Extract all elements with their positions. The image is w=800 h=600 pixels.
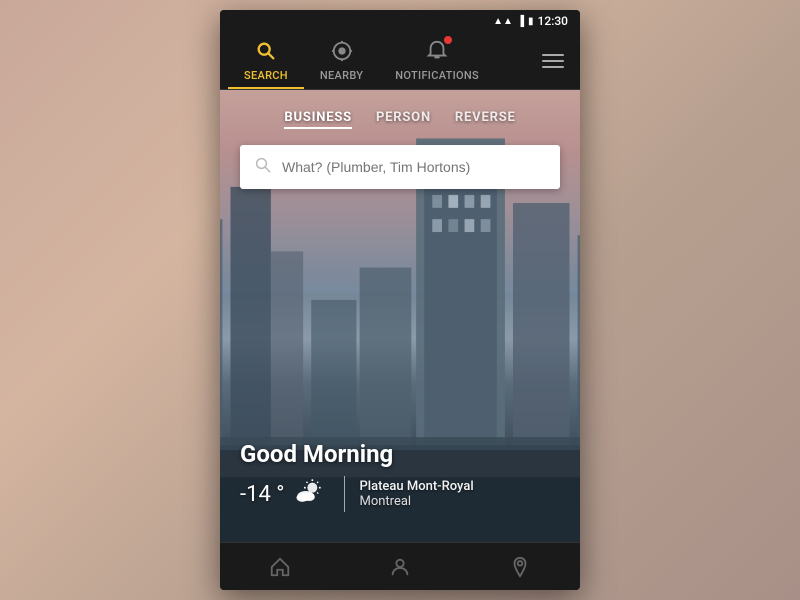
nearby-tab-label: Nearby	[320, 69, 363, 82]
notifications-tab-label: Notifications	[395, 69, 479, 82]
weather-location: Plateau Mont-Royal Montreal	[359, 479, 473, 509]
bottom-nav-location[interactable]	[497, 550, 543, 584]
weather-row: -14 °	[240, 476, 560, 512]
wifi-icon: ▲▲	[493, 16, 513, 27]
search-box[interactable]	[240, 145, 560, 189]
hamburger-icon	[542, 54, 564, 68]
bottom-nav-home[interactable]	[257, 550, 303, 584]
signal-icon: ▐	[517, 16, 524, 27]
weather-icon	[294, 479, 324, 509]
top-nav: Search Nearby	[220, 32, 580, 90]
phone-frame: ▲▲ ▐ ▮ 12:30 Search	[220, 10, 580, 590]
nearby-tab-icon	[331, 40, 353, 67]
greeting-text: Good Morning	[240, 440, 560, 468]
tab-nearby[interactable]: Nearby	[304, 32, 379, 89]
bottom-nav-profile[interactable]	[377, 550, 423, 584]
search-categories: BUSINESS PERSON REVERSE	[220, 110, 580, 129]
tab-search[interactable]: Search	[228, 32, 304, 89]
weather-divider	[344, 476, 345, 512]
category-person[interactable]: PERSON	[376, 110, 431, 129]
notifications-tab-icon	[426, 40, 448, 67]
search-tab-label: Search	[244, 69, 288, 82]
category-business[interactable]: BUSINESS	[284, 110, 352, 129]
greeting-section: Good Morning -14 °	[240, 440, 560, 512]
category-reverse[interactable]: REVERSE	[455, 110, 516, 129]
location-city: Montreal	[359, 494, 473, 509]
status-time: 12:30	[538, 14, 568, 28]
battery-icon: ▮	[528, 16, 534, 27]
location-neighborhood: Plateau Mont-Royal	[359, 479, 473, 494]
tab-notifications[interactable]: Notifications	[379, 32, 495, 89]
weather-temperature: -14 °	[240, 479, 330, 509]
status-icons: ▲▲ ▐ ▮ 12:30	[493, 14, 568, 28]
status-bar: ▲▲ ▐ ▮ 12:30	[220, 10, 580, 32]
main-content: BUSINESS PERSON REVERSE Good Morning -14…	[220, 90, 580, 542]
search-input[interactable]	[282, 159, 546, 175]
hamburger-menu-button[interactable]	[534, 46, 572, 76]
notification-badge	[444, 36, 452, 44]
search-input-icon	[254, 156, 272, 179]
nav-tabs: Search Nearby	[228, 32, 495, 89]
search-tab-icon	[255, 40, 277, 67]
bottom-nav	[220, 542, 580, 590]
